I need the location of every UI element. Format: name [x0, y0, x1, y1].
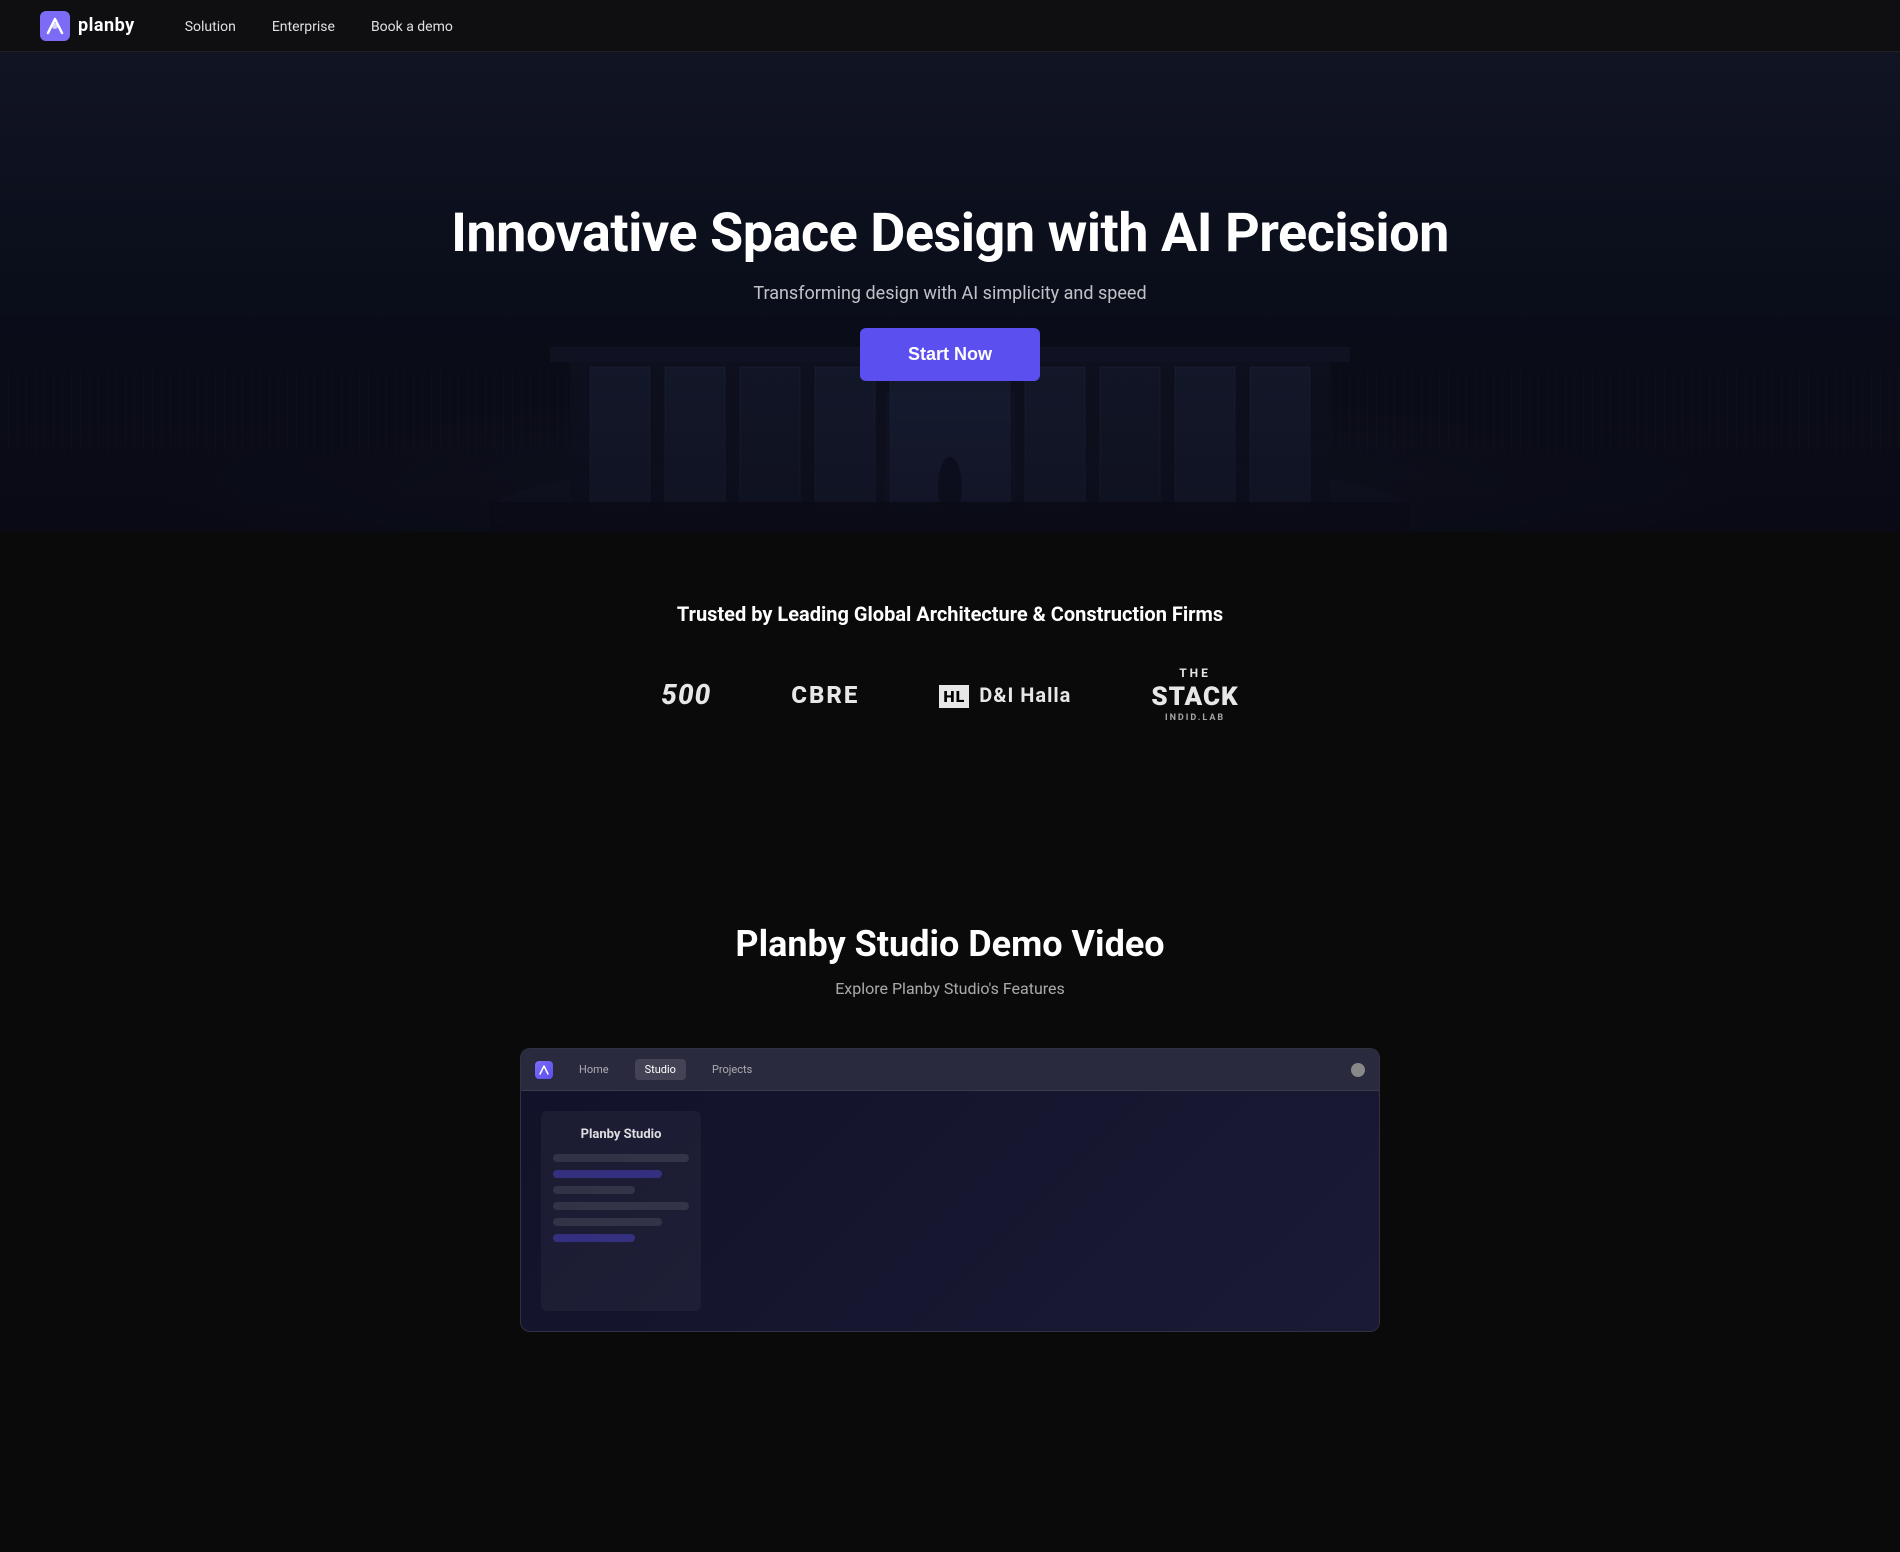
ui-placeholder-line-1	[553, 1154, 689, 1162]
logo-text: planby	[78, 15, 135, 36]
logo-cbre: CBRE	[791, 681, 859, 709]
nav-links: Solution Enterprise Book a demo	[185, 16, 453, 35]
spacer-1	[0, 783, 1900, 843]
ui-placeholder-line-4	[553, 1202, 689, 1210]
trusted-logos-row: 500 CBRE HL D&I Halla THE stack indid.la…	[40, 666, 1860, 723]
demo-subtitle: Explore Planby Studio's Features	[40, 979, 1860, 998]
browser-content-area: Planby Studio	[521, 1091, 1379, 1331]
app-sidebar-label: Planby Studio	[553, 1123, 689, 1146]
logo-500: 500	[661, 678, 711, 711]
browser-tab-home[interactable]: Home	[569, 1059, 619, 1080]
demo-video-frame: Home Studio Projects Planby Studio	[520, 1048, 1380, 1332]
nav-enterprise[interactable]: Enterprise	[272, 19, 335, 35]
trusted-heading: Trusted by Leading Global Architecture &…	[40, 602, 1860, 626]
trusted-section: Trusted by Leading Global Architecture &…	[0, 532, 1900, 783]
ui-placeholder-line-5	[553, 1218, 662, 1226]
nav-solution[interactable]: Solution	[185, 19, 236, 35]
hero-subtitle: Transforming design with AI simplicity a…	[753, 283, 1146, 304]
planby-logo-icon	[40, 11, 70, 41]
ui-placeholder-line-6	[553, 1234, 635, 1242]
browser-toolbar: Home Studio Projects	[521, 1049, 1379, 1091]
browser-tab-studio[interactable]: Studio	[635, 1059, 686, 1080]
browser-app-logo	[535, 1061, 553, 1079]
browser-status-dot	[1351, 1063, 1365, 1077]
ui-placeholder-line-2	[553, 1170, 662, 1178]
app-sidebar: Planby Studio	[541, 1111, 701, 1311]
hero-title: Innovative Space Design with AI Precisio…	[451, 203, 1449, 265]
demo-title: Planby Studio Demo Video	[40, 923, 1860, 965]
browser-tab-projects[interactable]: Projects	[702, 1059, 762, 1080]
logo-link[interactable]: planby	[40, 11, 135, 41]
logo-stack: THE stack indid.lab	[1151, 666, 1238, 723]
demo-video-section: Planby Studio Demo Video Explore Planby …	[0, 843, 1900, 1372]
hero-section: Innovative Space Design with AI Precisio…	[0, 52, 1900, 532]
browser-nav: Home Studio Projects	[535, 1059, 1341, 1080]
ui-placeholder-line-3	[553, 1186, 635, 1194]
hero-content: Innovative Space Design with AI Precisio…	[411, 203, 1489, 381]
bottom-spacer	[0, 1372, 1900, 1552]
start-now-button[interactable]: Start Now	[860, 328, 1040, 381]
nav-book-demo[interactable]: Book a demo	[371, 19, 453, 35]
navbar: planby Solution Enterprise Book a demo	[0, 0, 1900, 52]
logo-hl: HL D&I Halla	[939, 683, 1071, 707]
